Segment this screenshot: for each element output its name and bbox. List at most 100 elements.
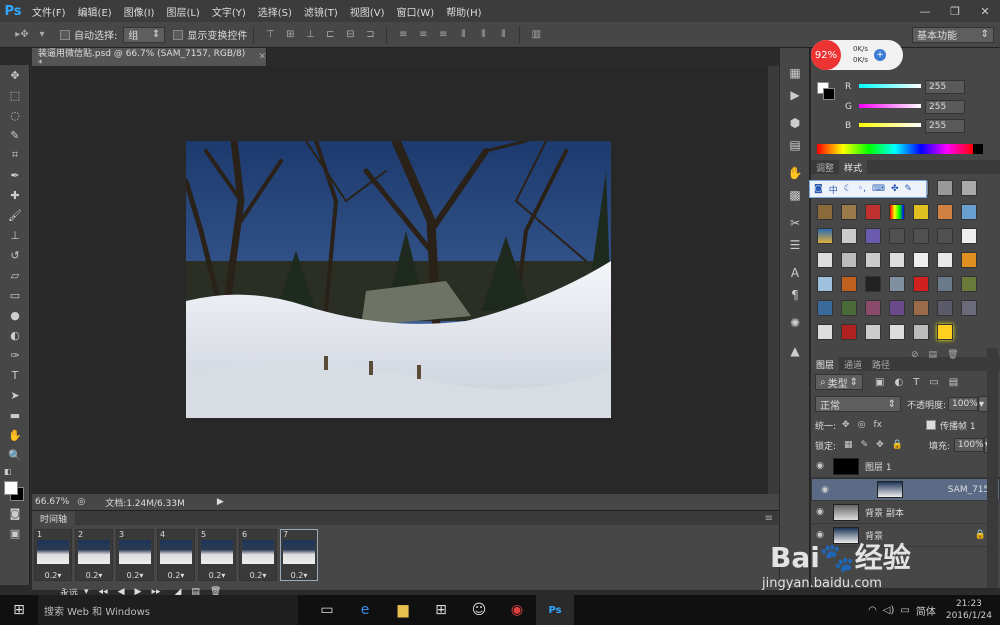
lock-all-icon[interactable]: 🔒 xyxy=(892,440,903,450)
layer-filter-dropdown[interactable]: ⌕ 类型 ⇕ xyxy=(815,374,863,390)
timeline-frame-selected[interactable]: 7 0.2▾ xyxy=(280,529,318,581)
style-swatch[interactable] xyxy=(937,252,953,268)
unify-visibility-icon[interactable]: ◎ xyxy=(858,420,866,430)
layers-scrollbar[interactable] xyxy=(987,348,998,588)
canvas-vertical-scrollbar[interactable] xyxy=(768,66,779,494)
clone-source-icon[interactable]: ☰ xyxy=(780,234,810,256)
layer-row-selected[interactable]: ◉ SAM_7157 xyxy=(811,478,1000,501)
windows-start-icon[interactable]: ⊞ xyxy=(0,595,38,625)
style-swatch[interactable] xyxy=(961,204,977,220)
tab-layers[interactable]: 图层 xyxy=(811,357,840,371)
close-button[interactable]: ✕ xyxy=(970,0,1000,22)
moon-icon[interactable]: ☾ xyxy=(844,184,852,194)
frame-delay[interactable]: 0.2▾ xyxy=(240,571,276,580)
tool-presets-icon[interactable]: ✂ xyxy=(780,212,810,234)
style-swatch[interactable] xyxy=(913,276,929,292)
wifi-icon[interactable]: ◠ xyxy=(868,605,877,616)
quick-mask-icon[interactable]: ◙ xyxy=(0,503,30,523)
show-transform-checkbox[interactable] xyxy=(173,29,184,40)
menu-filter[interactable]: 滤镜(T) xyxy=(298,4,344,19)
style-swatch[interactable] xyxy=(913,252,929,268)
chrome-icon[interactable]: ◉ xyxy=(498,595,536,625)
style-swatch[interactable] xyxy=(937,228,953,244)
pen-tool-icon[interactable]: ✑ xyxy=(0,345,30,365)
distribute-bottom-icon[interactable]: ≡ xyxy=(435,28,451,42)
r-slider[interactable] xyxy=(859,84,921,88)
style-swatch[interactable] xyxy=(865,300,881,316)
layer-row[interactable]: ◉ 图层 1 xyxy=(811,455,1000,478)
network-speed-widget[interactable]: 92% 0K/s 0K/s + xyxy=(811,40,903,70)
eye-icon[interactable]: ◉ xyxy=(811,507,829,517)
color-spectrum[interactable] xyxy=(817,144,973,154)
menu-window[interactable]: 窗口(W) xyxy=(390,4,440,19)
align-left-icon[interactable]: ⊏ xyxy=(322,28,338,42)
frame-delay[interactable]: 0.2▾ xyxy=(35,571,71,580)
lock-pixels-icon[interactable]: ▦ xyxy=(844,440,853,450)
style-swatch[interactable] xyxy=(865,324,881,340)
menu-view[interactable]: 视图(V) xyxy=(344,4,391,19)
document-tab[interactable]: 装逼用微信贴.psd @ 66.7% (SAM_7157, RGB/8) * ✕ xyxy=(32,48,267,69)
tab-adjustments[interactable]: 调整 xyxy=(811,160,839,174)
healing-brush-icon[interactable]: ✚ xyxy=(0,185,30,205)
auto-select-checkbox[interactable] xyxy=(60,29,70,40)
app-avatar-icon[interactable]: ☺ xyxy=(460,595,498,625)
style-swatch[interactable] xyxy=(937,324,953,340)
align-hcenter-icon[interactable]: ⊟ xyxy=(342,28,358,42)
move-tool-icon[interactable]: ✥ xyxy=(0,65,30,85)
new-style-icon[interactable]: ▤ xyxy=(929,350,938,360)
hand-tool-icon[interactable]: ✋ xyxy=(0,425,30,445)
style-swatch[interactable] xyxy=(937,204,953,220)
layer-name[interactable]: 图层 1 xyxy=(865,460,892,473)
no-style-icon[interactable]: ⊘ xyxy=(911,350,919,360)
wrench-icon[interactable]: ✎ xyxy=(905,184,913,194)
layer-row[interactable]: ◉ 背景 🔒 xyxy=(811,524,1000,547)
unify-style-icon[interactable]: fx xyxy=(873,420,882,430)
delete-style-icon[interactable]: 🗑 xyxy=(947,350,958,360)
style-swatch[interactable] xyxy=(937,180,953,196)
style-swatch[interactable] xyxy=(865,276,881,292)
style-swatch[interactable] xyxy=(937,300,953,316)
type-tool-icon[interactable]: T xyxy=(0,365,30,385)
r-value[interactable]: 255 xyxy=(925,80,965,94)
auto-select-dropdown[interactable]: 组 ⇕ xyxy=(123,26,166,43)
menu-help[interactable]: 帮助(H) xyxy=(440,4,487,19)
style-swatch[interactable] xyxy=(961,276,977,292)
timeline-frame[interactable]: 5 0.2▾ xyxy=(198,529,236,581)
clock[interactable]: 21:23 2016/1/24 xyxy=(946,598,992,622)
distribute-right-icon[interactable]: ⦀ xyxy=(495,28,511,42)
style-swatch[interactable] xyxy=(961,180,977,196)
style-swatch[interactable] xyxy=(817,324,833,340)
lock-position-icon[interactable]: ✥ xyxy=(876,440,884,450)
fill-input[interactable]: 100% xyxy=(953,438,984,452)
style-swatch[interactable] xyxy=(889,300,905,316)
style-swatch[interactable] xyxy=(817,300,833,316)
libraries-icon[interactable]: ⬢ xyxy=(780,112,810,134)
menu-type[interactable]: 文字(Y) xyxy=(206,4,252,19)
adjust-filter-icon[interactable]: ◐ xyxy=(894,377,903,388)
path-select-icon[interactable]: ➤ xyxy=(0,385,30,405)
lasso-tool-icon[interactable]: ◌ xyxy=(0,105,30,125)
actions-icon[interactable]: ▶ xyxy=(780,84,810,106)
notification-icon[interactable]: ▭ xyxy=(900,605,909,616)
tool-preset-dropdown-icon[interactable]: ▾ xyxy=(34,28,50,42)
taskbar-search-box[interactable]: 搜索 Web 和 Windows xyxy=(38,595,298,625)
eyedropper-tool-icon[interactable]: ✒ xyxy=(0,165,30,185)
reset-colors-icon[interactable]: ◧ xyxy=(0,465,30,477)
style-swatch[interactable] xyxy=(913,300,929,316)
task-view-icon[interactable]: ▭ xyxy=(308,595,346,625)
frame-delay[interactable]: 0.2▾ xyxy=(117,571,153,580)
ime-toolbar[interactable]: ◙ 中 ☾ ◦, ⌨ ✤ ✎ xyxy=(809,180,927,198)
unify-position-icon[interactable]: ✥ xyxy=(842,420,850,430)
frame-delay[interactable]: 0.2▾ xyxy=(281,571,317,580)
bg-color-chip[interactable] xyxy=(823,88,835,100)
style-swatch[interactable] xyxy=(841,324,857,340)
workspace-dropdown[interactable]: 基本功能 ⇕ xyxy=(912,26,994,43)
history-brush-icon[interactable]: ↺ xyxy=(0,245,30,265)
style-swatch[interactable] xyxy=(817,228,833,244)
restore-button[interactable]: ❐ xyxy=(940,0,970,22)
histogram-icon[interactable]: ▲ xyxy=(780,340,810,362)
style-swatch[interactable] xyxy=(817,252,833,268)
style-swatch[interactable] xyxy=(841,228,857,244)
marquee-tool-icon[interactable]: ⬚ xyxy=(0,85,30,105)
store-icon[interactable]: ⊞ xyxy=(422,595,460,625)
